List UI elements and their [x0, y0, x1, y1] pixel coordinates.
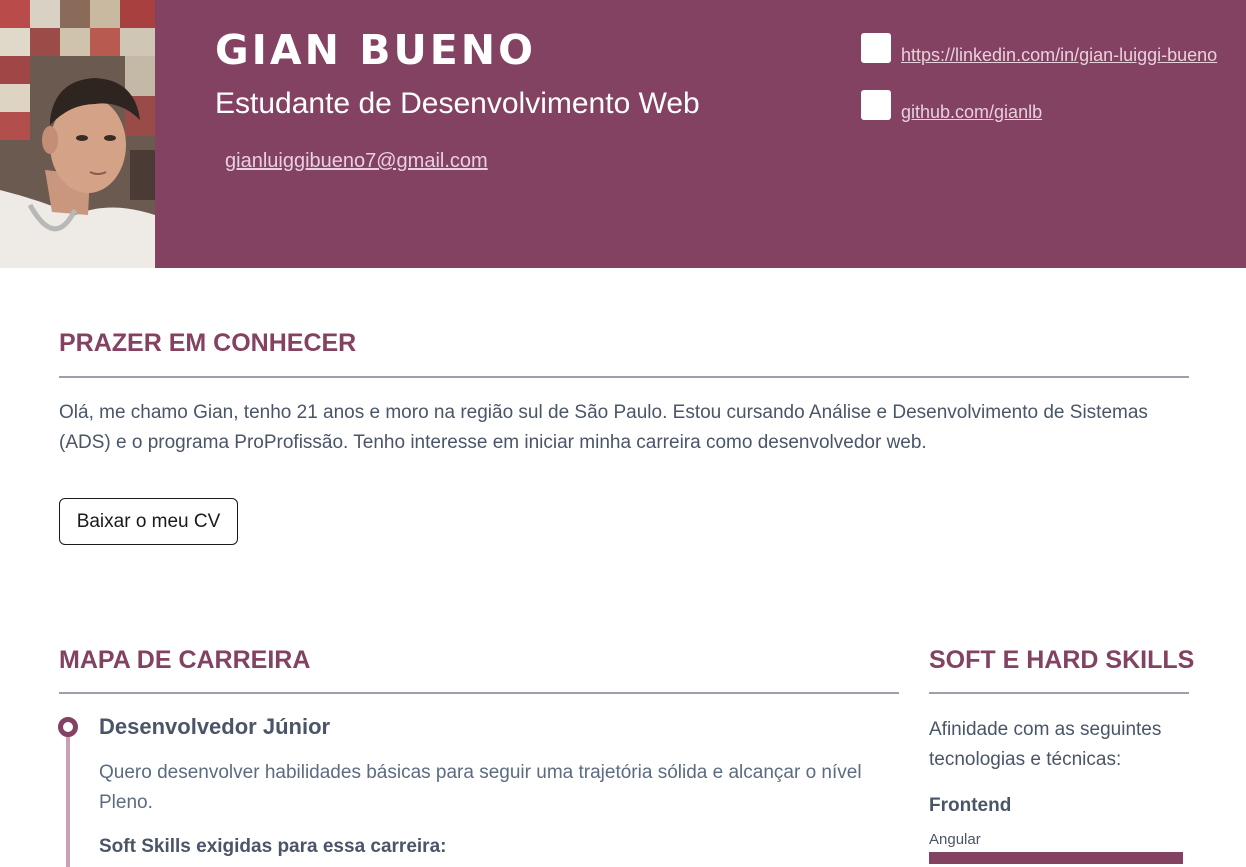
timeline-line	[66, 735, 70, 867]
timeline-marker	[58, 717, 78, 737]
intro-section-title: PRAZER EM CONHECER	[59, 329, 357, 357]
skills-intro: Afinidade com as seguintes tecnologias e…	[929, 719, 1162, 770]
download-cv-button[interactable]: Baixar o meu CV	[59, 498, 238, 545]
skill-level-bar	[929, 852, 1183, 864]
skills-divider	[929, 692, 1189, 694]
github-link-row: github.com/gianlb	[861, 90, 1042, 123]
intro-paragraph: Olá, me chamo Gian, tenho 21 anos e moro…	[59, 402, 1148, 453]
profile-name: GIAN BUENO	[215, 26, 536, 74]
email-link[interactable]: gianluiggibueno7@gmail.com	[225, 150, 488, 173]
linkedin-link[interactable]: https://linkedin.com/in/gian-luiggi-buen…	[901, 45, 1217, 66]
profile-header: GIAN BUENO Estudante de Desenvolvimento …	[0, 0, 1246, 268]
profile-photo-image	[0, 0, 155, 268]
career-item-soft-skills-label: Soft Skills exigidas para essa carreira:	[99, 836, 447, 857]
career-section-title: MAPA DE CARREIRA	[59, 646, 311, 674]
career-divider	[59, 692, 899, 694]
skills-section-title: SOFT E HARD SKILLS	[929, 646, 1195, 674]
linkedin-link-row: https://linkedin.com/in/gian-luiggi-buen…	[861, 33, 1217, 66]
career-item-title: Desenvolvedor Júnior	[99, 714, 331, 739]
profile-subtitle: Estudante de Desenvolvimento Web	[215, 87, 700, 120]
skill-name: Angular	[929, 831, 981, 848]
career-item-description: Quero desenvolver habilidades básicas pa…	[99, 762, 862, 813]
skill-level-fill	[929, 852, 1183, 864]
skills-group-title: Frontend	[929, 795, 1012, 816]
profile-photo	[0, 0, 155, 268]
intro-divider	[59, 376, 1189, 378]
linkedin-icon	[861, 33, 891, 63]
github-icon	[861, 90, 891, 120]
github-link[interactable]: github.com/gianlb	[901, 102, 1042, 123]
